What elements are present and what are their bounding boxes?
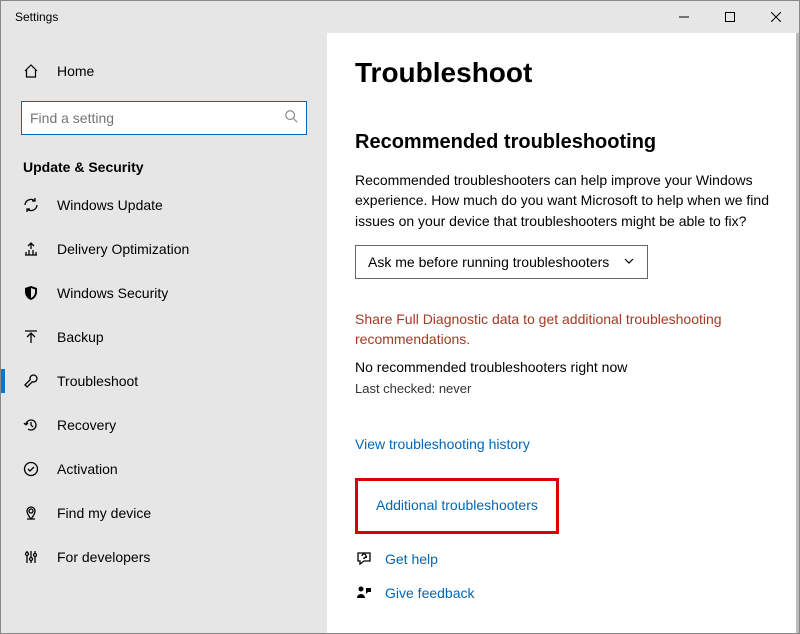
sidebar-item-label: Backup — [57, 329, 104, 345]
nav-list: Windows Update Delivery Optimization Win… — [1, 183, 327, 579]
get-help-link[interactable]: Get help — [385, 551, 438, 567]
sidebar-item-recovery[interactable]: Recovery — [1, 403, 327, 447]
sidebar-item-label: Activation — [57, 461, 118, 477]
sidebar: Home Update & Security Windows Update — [1, 33, 327, 633]
delivery-icon — [23, 241, 39, 257]
maximize-button[interactable] — [707, 1, 753, 33]
diagnostic-warning: Share Full Diagnostic data to get additi… — [355, 309, 755, 350]
shield-icon — [23, 285, 39, 301]
window-controls — [661, 1, 799, 33]
feedback-icon — [355, 584, 373, 602]
sliders-icon — [23, 549, 39, 565]
additional-troubleshooters-link[interactable]: Additional troubleshooters — [376, 497, 538, 513]
additional-troubleshooters-highlight: Additional troubleshooters — [355, 478, 559, 534]
sidebar-item-label: Find my device — [57, 505, 151, 521]
home-icon — [23, 63, 39, 79]
window-title: Settings — [1, 10, 661, 24]
give-feedback-row[interactable]: Give feedback — [355, 584, 771, 602]
search-input[interactable] — [30, 110, 284, 126]
section-header: Update & Security — [1, 135, 327, 183]
sidebar-item-windows-update[interactable]: Windows Update — [1, 183, 327, 227]
section-description: Recommended troubleshooters can help imp… — [355, 170, 771, 231]
sidebar-item-label: Windows Security — [57, 285, 168, 301]
dropdown-value: Ask me before running troubleshooters — [368, 254, 609, 270]
view-history-link[interactable]: View troubleshooting history — [355, 436, 530, 452]
get-help-row[interactable]: Get help — [355, 550, 771, 568]
sidebar-item-windows-security[interactable]: Windows Security — [1, 271, 327, 315]
page-title: Troubleshoot — [355, 57, 771, 89]
search-box[interactable] — [21, 101, 307, 135]
sidebar-item-activation[interactable]: Activation — [1, 447, 327, 491]
troubleshoot-preference-dropdown[interactable]: Ask me before running troubleshooters — [355, 245, 648, 279]
location-icon — [23, 505, 39, 521]
sidebar-item-for-developers[interactable]: For developers — [1, 535, 327, 579]
minimize-button[interactable] — [661, 1, 707, 33]
section-title: Recommended troubleshooting — [355, 131, 771, 154]
sidebar-item-label: Windows Update — [57, 197, 163, 213]
sync-icon — [23, 197, 39, 213]
home-label: Home — [57, 63, 94, 79]
search-icon — [284, 109, 298, 128]
sidebar-item-find-my-device[interactable]: Find my device — [1, 491, 327, 535]
scrollbar[interactable] — [796, 33, 799, 633]
wrench-icon — [23, 373, 39, 389]
home-nav[interactable]: Home — [1, 51, 327, 91]
close-button[interactable] — [753, 1, 799, 33]
recovery-icon — [23, 417, 39, 433]
chat-icon — [355, 550, 373, 568]
titlebar: Settings — [1, 1, 799, 33]
sidebar-item-label: Delivery Optimization — [57, 241, 189, 257]
content-pane: Troubleshoot Recommended troubleshooting… — [327, 33, 799, 633]
sidebar-item-backup[interactable]: Backup — [1, 315, 327, 359]
check-circle-icon — [23, 461, 39, 477]
sidebar-item-label: Troubleshoot — [57, 373, 138, 389]
status-text: No recommended troubleshooters right now — [355, 359, 771, 375]
last-checked-text: Last checked: never — [355, 381, 771, 396]
sidebar-item-delivery-optimization[interactable]: Delivery Optimization — [1, 227, 327, 271]
sidebar-item-label: For developers — [57, 549, 150, 565]
sidebar-item-label: Recovery — [57, 417, 116, 433]
chevron-down-icon — [623, 254, 635, 270]
give-feedback-link[interactable]: Give feedback — [385, 585, 475, 601]
sidebar-item-troubleshoot[interactable]: Troubleshoot — [1, 359, 327, 403]
backup-icon — [23, 329, 39, 345]
